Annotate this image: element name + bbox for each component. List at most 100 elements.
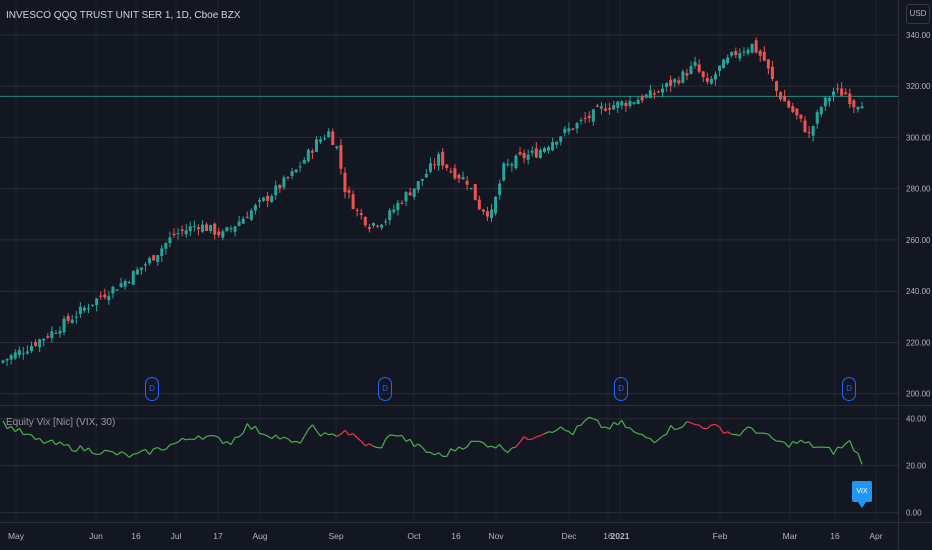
vix-line-segment — [72, 450, 77, 452]
vix-line-segment — [548, 431, 553, 433]
candle — [563, 128, 567, 134]
vix-line-segment — [250, 425, 256, 430]
vix-axis-label: 0.00 — [906, 509, 922, 518]
vix-line-segment — [133, 452, 138, 455]
dividend-marker[interactable]: D — [842, 377, 856, 401]
vix-line-segment — [307, 424, 313, 430]
vix-line-segment — [536, 434, 541, 438]
time-axis-label: Dec — [561, 531, 577, 541]
vix-line-segment — [145, 449, 151, 455]
time-axis-label: 16 — [830, 531, 840, 541]
vix-line-segment — [446, 448, 452, 457]
vix-line-segment — [507, 447, 513, 454]
candle — [412, 188, 416, 197]
candle — [196, 227, 200, 230]
candle — [225, 227, 229, 231]
candle — [445, 164, 449, 169]
candle — [5, 358, 9, 361]
vix-line-segment — [560, 426, 566, 431]
vix-line-segment — [299, 436, 305, 444]
candle — [522, 152, 526, 159]
vix-line-segment — [523, 436, 529, 441]
vix-line-segment — [462, 446, 468, 450]
candle — [17, 350, 21, 356]
candle — [636, 99, 640, 105]
dividend-marker[interactable]: D — [614, 377, 628, 401]
candle — [823, 97, 827, 107]
candle — [302, 159, 306, 164]
vix-line-segment — [234, 436, 240, 438]
price-chart[interactable]: 340.00 320.00 300.00 280.00 260.00 240.00 220.… — [0, 0, 932, 550]
vix-line-segment — [466, 440, 472, 448]
vix-line-segment — [43, 441, 48, 444]
candle — [473, 184, 477, 201]
candle — [803, 120, 807, 133]
vix-line-segment — [727, 431, 733, 435]
candle — [86, 308, 90, 310]
vix-line-segment — [544, 431, 549, 435]
candle — [347, 190, 351, 193]
vix-line-segment — [88, 447, 94, 454]
vix-line-segment — [637, 433, 643, 436]
candle — [705, 77, 709, 82]
vix-line-segment — [438, 452, 444, 457]
candle — [559, 136, 563, 142]
time-axis-label: Mar — [783, 531, 798, 541]
vix-line-segment — [670, 425, 676, 430]
dividend-marker[interactable]: D — [145, 377, 159, 401]
candle — [612, 105, 616, 110]
vix-line-segment — [27, 433, 32, 436]
candle — [681, 71, 685, 83]
price-axis-label: 200.00 — [906, 390, 931, 399]
candle — [91, 304, 95, 306]
candle — [567, 128, 571, 132]
candle — [233, 226, 237, 232]
vix-line-segment — [780, 440, 785, 444]
vix-line-segment — [401, 435, 407, 442]
candle — [115, 289, 119, 291]
vix-line-segment — [686, 420, 692, 424]
vix-line-segment — [511, 446, 517, 449]
candle — [164, 243, 168, 249]
vix-line-segment — [845, 440, 851, 445]
candle — [323, 138, 327, 140]
candle — [746, 49, 750, 54]
candle — [408, 192, 412, 196]
dividend-marker[interactable]: D — [378, 377, 392, 401]
candle — [506, 163, 510, 165]
candle — [380, 224, 384, 228]
candle — [551, 142, 555, 151]
time-axis-label: Feb — [713, 531, 728, 541]
candle — [652, 93, 656, 95]
vix-tag-pointer — [858, 502, 866, 508]
candle — [306, 149, 310, 162]
vix-line-segment — [18, 427, 24, 435]
vix-line-segment — [287, 438, 293, 443]
vix-line-segment — [198, 435, 203, 440]
vix-line-segment — [161, 448, 166, 451]
candle — [689, 65, 693, 74]
vix-line-segment — [434, 452, 439, 456]
candle — [217, 231, 221, 236]
vix-line-segment — [857, 453, 863, 465]
candle — [241, 218, 245, 224]
vix-line-segment — [254, 425, 261, 434]
price-axis-label: 320.00 — [906, 82, 931, 91]
candle — [160, 248, 164, 257]
vix-line-segment — [723, 431, 728, 434]
vix-line-segment — [654, 439, 659, 444]
vix-line-segment — [528, 438, 533, 441]
vix-line-segment — [328, 433, 333, 436]
candle — [722, 59, 726, 69]
currency-button[interactable]: USD — [906, 4, 930, 24]
candle — [290, 171, 294, 176]
vix-line-segment — [100, 449, 106, 455]
vix-line-segment — [181, 437, 187, 441]
vix-tag[interactable]: VIX — [852, 481, 872, 502]
candle — [832, 91, 836, 96]
candle — [34, 342, 38, 346]
price-axis-label: 300.00 — [906, 133, 931, 142]
candle — [481, 209, 485, 212]
vix-line-segment — [572, 425, 578, 436]
candle — [844, 92, 848, 95]
